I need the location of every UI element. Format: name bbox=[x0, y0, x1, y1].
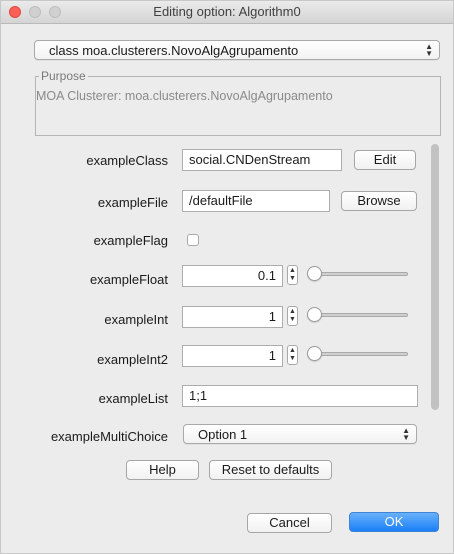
scrollbar[interactable] bbox=[431, 144, 439, 410]
example-int2-label: exampleInt2 bbox=[97, 352, 168, 367]
example-int2-slider[interactable] bbox=[308, 352, 408, 356]
example-int-slider[interactable] bbox=[308, 313, 408, 317]
example-class-label: exampleClass bbox=[86, 153, 168, 168]
example-class-field[interactable]: social.CNDenStream bbox=[182, 149, 342, 171]
title-bar: Editing option: Algorithm0 bbox=[1, 1, 453, 24]
cancel-button[interactable]: Cancel bbox=[247, 513, 332, 533]
example-int2-field[interactable]: 1 bbox=[182, 345, 283, 367]
purpose-text: MOA Clusterer: moa.clusterers.NovoAlgAgr… bbox=[36, 89, 333, 103]
help-button[interactable]: Help bbox=[126, 460, 199, 480]
example-multichoice-dropdown[interactable]: Option 1 ▲ ▼ bbox=[183, 424, 417, 444]
stepper-arrows-icon: ▲ ▼ bbox=[289, 347, 296, 362]
example-int2-slider-thumb[interactable] bbox=[307, 346, 322, 361]
example-int-slider-thumb[interactable] bbox=[307, 307, 322, 322]
example-float-label: exampleFloat bbox=[89, 272, 168, 287]
example-multichoice-label: exampleMultiChoice bbox=[50, 429, 168, 444]
reset-to-defaults-button[interactable]: Reset to defaults bbox=[209, 460, 332, 480]
updown-arrows-icon: ▲ ▼ bbox=[402, 426, 410, 442]
class-selector-value: class moa.clusterers.NovoAlgAgrupamento bbox=[49, 43, 299, 58]
stepper-arrows-icon: ▲ ▼ bbox=[289, 308, 296, 323]
example-float-slider-thumb[interactable] bbox=[307, 266, 322, 281]
example-float-field[interactable]: 0.1 bbox=[182, 265, 283, 287]
example-list-field[interactable]: 1;1 bbox=[182, 385, 418, 407]
purpose-group bbox=[35, 76, 441, 136]
window-title: Editing option: Algorithm0 bbox=[153, 4, 301, 19]
example-list-label: exampleList bbox=[98, 391, 168, 406]
stepper-arrows-icon: ▲ ▼ bbox=[289, 267, 296, 282]
class-selector-dropdown[interactable]: class moa.clusterers.NovoAlgAgrupamento … bbox=[34, 40, 440, 60]
example-float-slider[interactable] bbox=[308, 272, 408, 276]
editing-option-window: Editing option: Algorithm0 class moa.clu… bbox=[0, 0, 454, 554]
example-int-field[interactable]: 1 bbox=[182, 306, 283, 328]
example-int-label: exampleInt bbox=[104, 312, 168, 327]
updown-arrows-icon: ▲ ▼ bbox=[425, 42, 433, 58]
example-flag-checkbox[interactable] bbox=[187, 234, 199, 246]
example-int2-stepper[interactable]: ▲ ▼ bbox=[287, 345, 298, 365]
browse-button[interactable]: Browse bbox=[341, 191, 417, 211]
edit-button[interactable]: Edit bbox=[354, 150, 416, 170]
example-multichoice-value: Option 1 bbox=[198, 427, 248, 442]
example-int-stepper[interactable]: ▲ ▼ bbox=[287, 306, 298, 326]
purpose-group-title: Purpose bbox=[39, 69, 88, 83]
ok-button[interactable]: OK bbox=[349, 512, 439, 532]
example-file-field[interactable]: /defaultFile bbox=[182, 190, 330, 212]
example-file-label: exampleFile bbox=[97, 195, 168, 210]
example-flag-label: exampleFlag bbox=[93, 233, 168, 248]
example-float-stepper[interactable]: ▲ ▼ bbox=[287, 265, 298, 285]
